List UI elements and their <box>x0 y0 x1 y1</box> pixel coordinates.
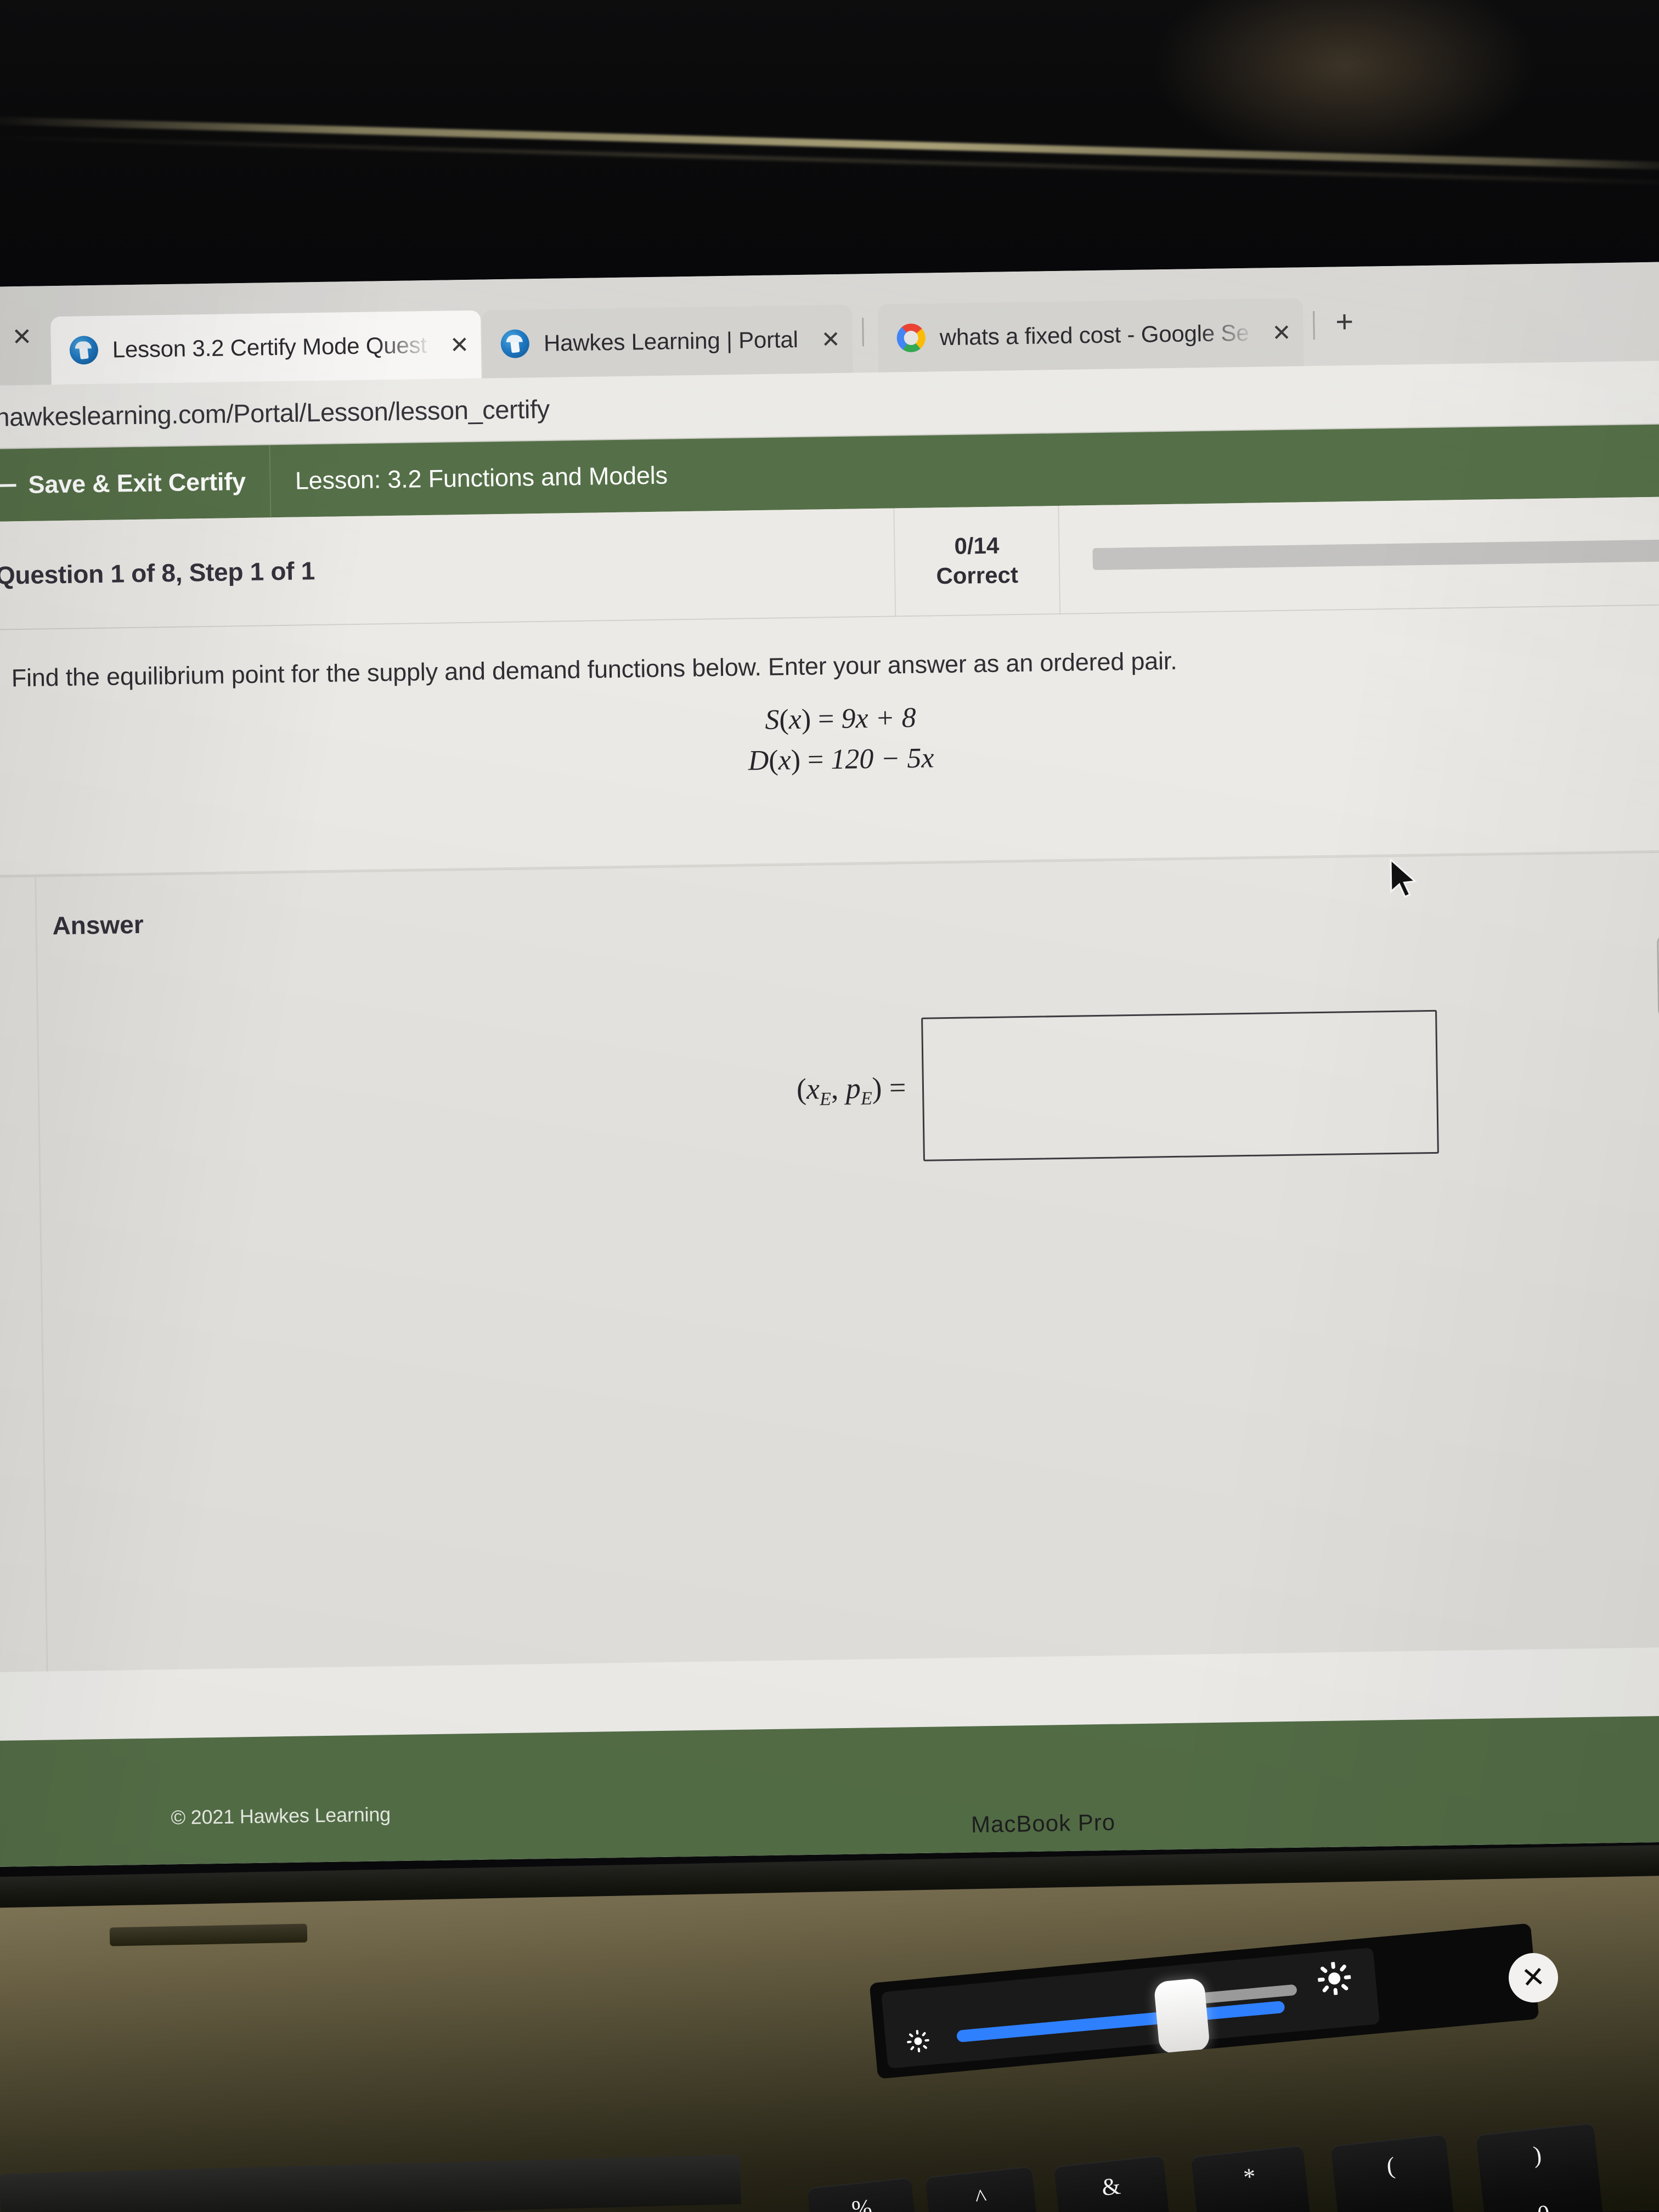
pair-comma: , <box>831 1071 847 1105</box>
supply-fn-name: S <box>764 704 780 736</box>
keyboard-number-row: % 5 ^ 6 & 7 * 8 ( 9 ) 0 <box>0 2101 1659 2212</box>
key-shift-label: ^ <box>974 2183 988 2212</box>
key-shift-label: % <box>850 2194 873 2212</box>
answer-input[interactable] <box>921 1009 1440 1161</box>
key-0[interactable]: ) 0 <box>1476 2123 1605 2212</box>
demand-fn-name: D <box>748 744 769 777</box>
save-exit-label: Save & Exit Certify <box>28 467 246 499</box>
key-5[interactable]: % 5 <box>807 2177 921 2212</box>
tab-divider <box>1313 311 1315 340</box>
close-icon[interactable]: ✕ <box>1263 319 1291 346</box>
browser-tab-lesson[interactable]: Lesson 3.2 Certify Mode Quest ✕ <box>50 310 482 385</box>
answer-section: Answer (xE, pE) = <box>0 851 1659 1672</box>
equals-sign: = <box>889 1070 906 1104</box>
key-9[interactable]: ( 9 <box>1330 2134 1457 2212</box>
x-symbol: x <box>806 1072 820 1105</box>
p-subscript: E <box>860 1088 873 1109</box>
browser-tab-title: whats a fixed cost - Google Se <box>939 319 1249 351</box>
paren-open: ( <box>796 1072 807 1105</box>
key-shift-label: ( <box>1385 2152 1396 2180</box>
score-caption: Correct <box>936 562 1019 589</box>
google-favicon <box>896 323 926 353</box>
answer-input-row: (xE, pE) = <box>795 1009 1440 1163</box>
browser-tab-title: Hawkes Learning | Portal <box>543 326 799 356</box>
demand-fn-var: x <box>778 744 792 776</box>
copyright-text: © 2021 Hawkes Learning <box>171 1803 391 1829</box>
p-symbol: p <box>845 1071 861 1105</box>
supply-fn-var: x <box>788 703 802 736</box>
laptop-screen: ✕ Lesson 3.2 Certify Mode Quest ✕ Hawkes… <box>0 261 1659 1867</box>
url-text: rn.hawkeslearning.com/Portal/Lesson/less… <box>0 394 550 432</box>
paren-close: ) <box>872 1071 882 1104</box>
key-6[interactable]: ^ 6 <box>925 2166 1042 2212</box>
tab-divider <box>862 318 865 347</box>
new-tab-button[interactable]: + <box>1335 303 1354 339</box>
side-tool-button[interactable] <box>1657 934 1659 1018</box>
progress-bar-track <box>1092 539 1659 571</box>
offscreen-tab-close-icon[interactable]: ✕ <box>12 323 32 352</box>
answer-body: Answer (xE, pE) = <box>36 852 1659 1671</box>
hawkes-favicon <box>69 335 99 365</box>
macbook-pro-brand-label: MacBook Pro <box>970 1809 1116 1838</box>
laptop-photo-scene: ✕ Lesson 3.2 Certify Mode Quest ✕ Hawkes… <box>0 0 1659 2212</box>
browser-tab-title: Lesson 3.2 Certify Mode Quest <box>112 332 427 363</box>
brightness-low-icon[interactable] <box>906 2029 931 2054</box>
key-shift-label: * <box>1242 2163 1257 2191</box>
app-footer: © 2021 Hawkes Learning <box>0 1715 1659 1867</box>
question-step-label: Question 1 of 8, Step 1 of 1 <box>0 508 896 630</box>
close-icon[interactable]: ✕ <box>441 331 470 358</box>
browser-tab-portal[interactable]: Hawkes Learning | Portal ✕ <box>482 304 853 379</box>
back-arrow-icon <box>0 479 16 491</box>
save-and-exit-certify-button[interactable]: Save & Exit Certify <box>0 445 272 522</box>
key-shift-label: & <box>1100 2172 1122 2201</box>
score-badge: 0/14 Correct <box>894 505 1061 616</box>
x-subscript: E <box>819 1088 832 1110</box>
deck-vent-slot <box>109 1923 308 1946</box>
key-8[interactable]: * 8 <box>1190 2145 1314 2212</box>
key-7[interactable]: & 7 <box>1053 2155 1174 2212</box>
score-value: 0/14 <box>954 532 1000 560</box>
ordered-pair-label: (xE, pE) = <box>797 1070 906 1110</box>
key-base-label: 9 <box>1338 2203 1455 2212</box>
key-base-label: 0 <box>1483 2194 1604 2212</box>
brightness-slider-knob[interactable] <box>1153 1977 1211 2055</box>
progress-bar-container <box>1059 496 1659 613</box>
problem-statement: Find the equilibrium point for the suppl… <box>0 605 1659 793</box>
problem-prompt: Find the equilibrium point for the suppl… <box>11 646 1177 692</box>
brightness-high-icon[interactable] <box>1317 1961 1352 1996</box>
close-icon[interactable]: ✕ <box>812 325 840 353</box>
hawkes-favicon <box>500 329 530 359</box>
demand-fn-rhs: 120 − 5x <box>830 742 934 776</box>
supply-fn-rhs: 9x + 8 <box>841 702 917 735</box>
brightness-slider-empty-track[interactable] <box>1195 1984 1297 2005</box>
lesson-title: Lesson: 3.2 Functions and Models <box>295 461 668 495</box>
brightness-slider-filled-track[interactable] <box>956 2000 1285 2043</box>
key-shift-label: ) <box>1532 2141 1543 2169</box>
dark-room-background <box>0 0 1659 296</box>
browser-tab-google-search[interactable]: whats a fixed cost - Google Se ✕ <box>877 298 1304 373</box>
